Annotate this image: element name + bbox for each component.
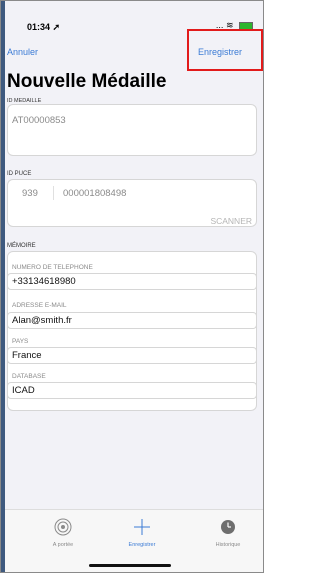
email-field[interactable]: Alan@smith.fr: [7, 312, 257, 329]
highlight-box: [187, 29, 263, 71]
id-puce-label: ID PUCE: [7, 171, 32, 177]
page-title: Nouvelle Médaille: [7, 71, 167, 92]
country-field[interactable]: France: [7, 347, 257, 364]
phone-value: +33134618980: [12, 276, 76, 287]
scan-button[interactable]: SCANNER: [210, 216, 252, 226]
database-field[interactable]: ICAD: [7, 382, 257, 399]
puce-number-field[interactable]: 000001808498: [63, 188, 126, 199]
tab-enregistrer-label: Enregistrer: [128, 542, 156, 548]
email-value: Alan@smith.fr: [12, 315, 72, 326]
memoire-label: MÉMOIRE: [7, 243, 36, 249]
id-medaille-field[interactable]: AT00000853: [7, 104, 257, 156]
database-value: ICAD: [12, 385, 35, 396]
database-label: DATABASE: [12, 373, 46, 380]
phone-field[interactable]: +33134618980: [7, 273, 257, 290]
id-medaille-value: AT00000853: [12, 115, 66, 126]
tab-historique[interactable]: Historique: [198, 518, 258, 548]
tab-a-portee-label: A portée: [52, 542, 74, 548]
country-label: PAYS: [12, 338, 29, 345]
home-indicator: [89, 564, 171, 567]
tab-a-portee[interactable]: A portée: [33, 518, 93, 548]
status-time: 01:34 ➚: [27, 22, 61, 32]
app-window: 01:34 ➚ ... ≋ Annuler Enregistrer Nouvel…: [0, 0, 264, 573]
phone-label: NUMERO DE TELEPHONE: [12, 264, 93, 271]
email-label: ADRESSE E-MAIL: [12, 302, 67, 309]
tab-historique-label: Historique: [215, 542, 241, 548]
country-value: France: [12, 350, 42, 361]
id-puce-box: 939 000001808498 SCANNER: [7, 179, 257, 227]
location-arrow-icon: ➚: [52, 22, 61, 32]
puce-prefix-field[interactable]: 939: [22, 188, 38, 199]
plus-icon: [133, 518, 151, 536]
clock-icon: [219, 518, 237, 536]
puce-separator: [53, 186, 54, 200]
radar-icon: [54, 518, 72, 536]
cancel-button[interactable]: Annuler: [7, 47, 38, 57]
tab-enregistrer[interactable]: Enregistrer: [112, 518, 172, 548]
